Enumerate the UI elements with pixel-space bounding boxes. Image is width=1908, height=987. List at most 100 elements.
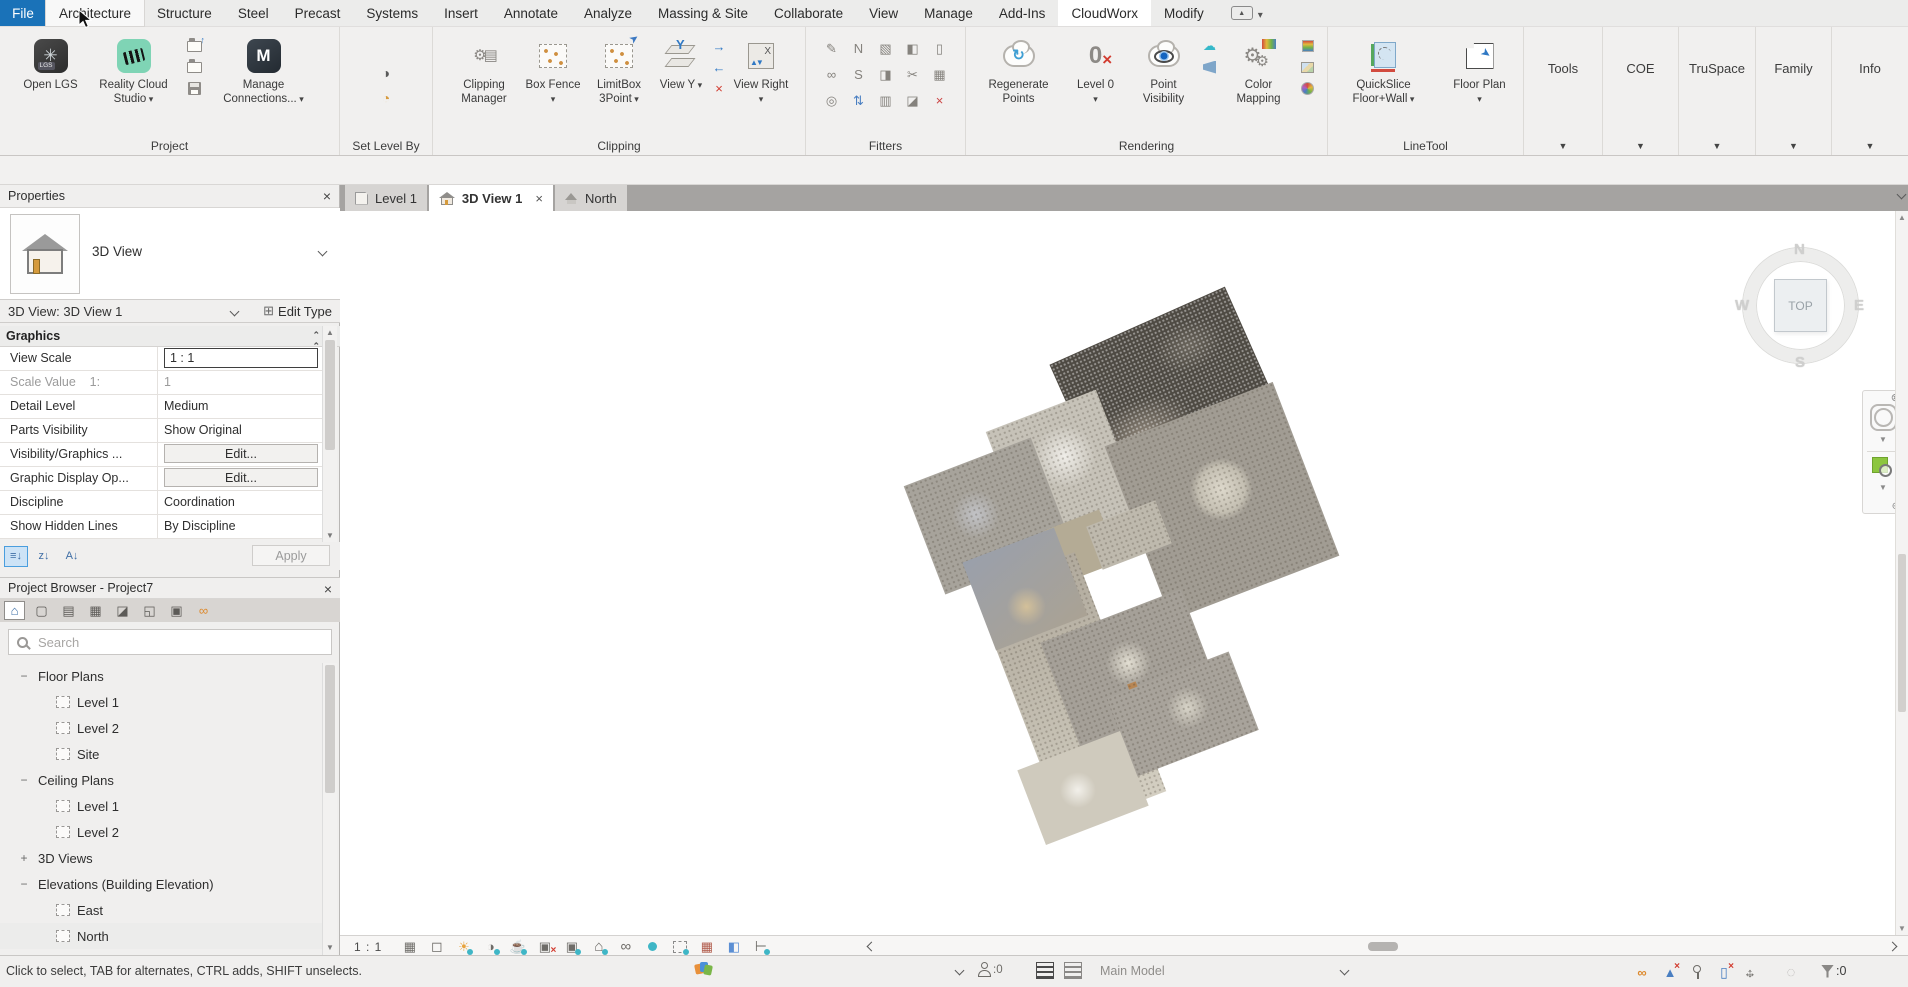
view-right-button[interactable]: View Right <box>732 32 790 107</box>
tab-view[interactable]: View <box>856 0 911 26</box>
scroll-left-icon[interactable] <box>867 942 877 952</box>
displacement-icon[interactable] <box>693 938 720 956</box>
search-input[interactable] <box>36 634 323 651</box>
table-row[interactable]: Discipline Coordination <box>0 491 322 515</box>
tab-structure[interactable]: Structure <box>144 0 225 26</box>
panel-label-set-level-by[interactable]: Set Level By <box>340 139 432 153</box>
sort-descending-button[interactable] <box>32 546 56 567</box>
exclude-options-icon[interactable]: × <box>1660 963 1680 981</box>
dimension-icon[interactable]: ⇅ <box>846 88 872 113</box>
window-fit-icon[interactable]: ▥ <box>873 88 899 113</box>
tree-item-ceiling-level-2[interactable]: Level 2 <box>0 819 322 845</box>
panel-tools-caret[interactable] <box>1524 141 1602 151</box>
set-level-points-icon[interactable]: ◔ <box>378 90 394 106</box>
horizontal-scrollbar-thumb[interactable] <box>1368 942 1398 951</box>
circle-fit-icon[interactable]: ◎ <box>819 88 845 113</box>
crop-region-icon[interactable] <box>558 938 585 956</box>
table-row[interactable]: Visibility/Graphics ... Edit... <box>0 443 322 467</box>
regenerate-points-button[interactable]: Regenerate Points <box>977 32 1061 107</box>
tree-item-ceiling-level-1[interactable]: Level 1 <box>0 793 322 819</box>
canvas-vertical-scrollbar[interactable]: ▲ ▼ <box>1895 211 1908 935</box>
project-browser-header[interactable]: Project Browser - Project7 × <box>0 577 340 599</box>
worksets-chevron[interactable] <box>955 966 965 976</box>
panel-family-caret[interactable] <box>1756 141 1831 151</box>
tree-item-site[interactable]: Site <box>0 741 322 767</box>
tree-item-level-1[interactable]: Level 1 <box>0 689 322 715</box>
property-value[interactable]: Coordination <box>158 491 322 514</box>
pipe-fitter-icon[interactable]: ✎ <box>819 36 845 61</box>
tab-addins[interactable]: Add-Ins <box>986 0 1059 26</box>
zoom-tool-icon[interactable] <box>1872 457 1888 473</box>
panel-info-caret[interactable] <box>1832 141 1908 151</box>
tab-modify[interactable]: Modify <box>1151 0 1217 26</box>
box-fit-icon[interactable]: ◧ <box>900 36 926 61</box>
editable-only-icon[interactable]: :0 <box>978 962 1004 979</box>
ribbon-collapse-icon[interactable] <box>1231 6 1253 20</box>
table-row[interactable]: Scale Value 1: 1 <box>0 371 322 395</box>
visual-style-icon[interactable] <box>423 938 450 956</box>
lock-3d-view-icon[interactable] <box>585 938 612 956</box>
panel-label-linetool[interactable]: LineTool <box>1328 139 1523 153</box>
tree-item-floor-plans[interactable]: − Floor Plans <box>0 663 322 689</box>
links-icon[interactable]: ∞ <box>193 601 214 620</box>
worksets-icon[interactable] <box>695 962 711 978</box>
compass-west[interactable]: W <box>1735 297 1749 314</box>
scroll-down-icon[interactable]: ▼ <box>1896 924 1908 933</box>
grid-fit-icon[interactable]: ▦ <box>927 62 953 87</box>
level-0-button[interactable]: Level 0 <box>1065 32 1127 105</box>
close-tab-icon[interactable]: × <box>535 191 543 206</box>
collapse-icon[interactable]: − <box>18 877 30 891</box>
tree-item-elevations[interactable]: − Elevations (Building Elevation) <box>0 871 322 897</box>
selection-filter-icon[interactable]: ▢ <box>31 601 52 620</box>
apply-button[interactable]: Apply <box>252 545 330 566</box>
view-scale-input[interactable]: 1 : 1 <box>164 348 318 368</box>
tree-item-east[interactable]: East <box>0 897 322 923</box>
scrollbar-thumb[interactable] <box>325 665 335 793</box>
table-row[interactable]: View Scale 1 : 1 <box>0 347 322 371</box>
panel-label-tools[interactable]: Tools <box>1524 61 1602 76</box>
properties-scrollbar[interactable]: ▲ ▼ <box>322 326 337 542</box>
properties-header[interactable]: Properties × <box>0 185 339 208</box>
trim-icon[interactable]: ✂ <box>900 62 926 87</box>
expand-icon[interactable]: + <box>18 851 30 865</box>
manage-connections-button[interactable]: M Manage Connections... <box>208 32 320 107</box>
chevron-down-icon[interactable] <box>1258 6 1263 21</box>
polyline-icon[interactable]: N <box>846 36 872 61</box>
limitbox-3point-button[interactable]: LimitBox 3Point <box>586 32 652 107</box>
scroll-up-icon[interactable]: ▲ <box>323 328 337 337</box>
quickslice-button[interactable]: QuickSlice Floor+Wall <box>1337 32 1431 107</box>
tree-item-3d-views[interactable]: + 3D Views <box>0 845 322 871</box>
tree-item-level-2[interactable]: Level 2 <box>0 715 322 741</box>
surface-icon[interactable]: ▧ <box>873 36 899 61</box>
families-icon[interactable]: ◱ <box>139 601 160 620</box>
scrollbar-thumb[interactable] <box>1898 554 1906 712</box>
image-icon[interactable] <box>1299 59 1317 75</box>
reveal-hidden-icon[interactable] <box>612 938 639 956</box>
open-file-icon[interactable] <box>186 38 204 54</box>
shadows-icon[interactable] <box>477 938 504 956</box>
compass-south[interactable]: S <box>1795 354 1805 371</box>
selection-filter-button[interactable]: :0 <box>1821 964 1846 978</box>
open-lgs-button[interactable]: LGS Open LGS <box>20 32 82 94</box>
schedules-icon[interactable]: ▤ <box>58 601 79 620</box>
texture-map-icon[interactable] <box>1201 59 1219 75</box>
file-menu-button[interactable]: File <box>0 0 46 26</box>
section-in-icon[interactable]: → <box>710 38 728 54</box>
scale-button[interactable]: 1 : 1 <box>354 940 382 954</box>
point-cloud[interactable] <box>920 320 1318 842</box>
sort-ascending-button[interactable] <box>60 546 84 567</box>
view-tab-3d-view-1[interactable]: 3D View 1 × <box>429 185 553 211</box>
sun-path-icon[interactable] <box>450 938 477 956</box>
drag-on-selection-icon[interactable] <box>1740 963 1760 981</box>
chevron-down-icon[interactable]: ▼ <box>1879 435 1887 444</box>
floor-plan-button[interactable]: Floor Plan <box>1445 32 1515 105</box>
table-row[interactable]: Show Hidden Lines By Discipline <box>0 515 322 539</box>
tables-icon[interactable]: ▦ <box>85 601 106 620</box>
chevron-down-icon[interactable] <box>230 307 240 317</box>
property-value[interactable]: By Discipline <box>158 515 322 538</box>
viewcube[interactable]: N E S W TOP <box>1743 248 1858 363</box>
panel-label-clipping[interactable]: Clipping <box>433 139 805 153</box>
door-fit-icon[interactable]: ◨ <box>873 62 899 87</box>
panel-label-fitters[interactable]: Fitters <box>806 139 965 153</box>
palette-icon[interactable] <box>1299 80 1317 96</box>
